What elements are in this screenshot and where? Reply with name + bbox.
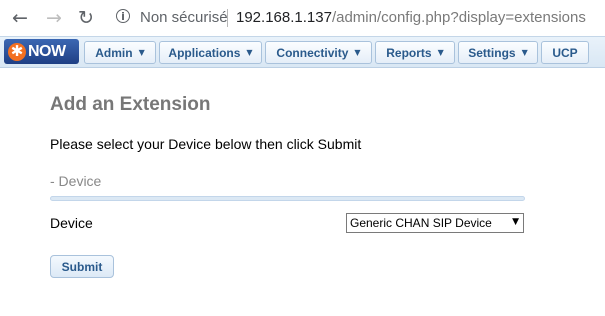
menu-label: Admin <box>95 45 133 60</box>
device-label: Device <box>50 215 93 231</box>
section-header-device[interactable]: - Device <box>50 173 101 189</box>
chevron-down-icon: ▼ <box>437 48 444 57</box>
chevron-down-icon: ▼ <box>521 48 528 57</box>
menu-ucp[interactable]: UCP <box>541 41 589 64</box>
url-divider <box>227 9 228 27</box>
logo-text: NOW <box>28 42 66 60</box>
menu-reports[interactable]: Reports ▼ <box>375 41 455 64</box>
reload-icon[interactable]: ↻ <box>74 6 98 30</box>
url-host: 192.168.1.137 <box>236 9 332 26</box>
menu-label: UCP <box>552 45 578 60</box>
chevron-down-icon: ▼ <box>246 48 253 57</box>
menu-connectivity[interactable]: Connectivity ▼ <box>265 41 372 64</box>
submit-button[interactable]: Submit <box>50 255 114 278</box>
info-icon[interactable]: i <box>116 9 130 23</box>
dropdown-arrow-icon: ▼ <box>512 217 519 227</box>
app-menu-bar: ✱ NOW Admin ▼ Applications ▼ Connectivity ▼… <box>0 36 605 68</box>
menu-admin[interactable]: Admin ▼ <box>84 41 156 64</box>
back-arrow-icon[interactable]: ← <box>8 6 32 30</box>
asterisk-logo-icon: ✱ <box>8 42 26 61</box>
freepbx-logo[interactable]: ✱ NOW <box>4 39 79 64</box>
menu-label: Applications <box>168 45 241 60</box>
chevron-down-icon: ▼ <box>138 48 145 57</box>
url-field[interactable]: 192.168.1.137/admin/config.php?display=e… <box>236 9 586 26</box>
section-divider <box>50 196 525 201</box>
menu-label: Connectivity <box>276 45 349 60</box>
page-title: Add an Extension <box>50 94 211 115</box>
device-select-value: Generic CHAN SIP Device <box>350 216 492 230</box>
security-status[interactable]: Non sécurisé <box>140 9 228 26</box>
url-path: /admin/config.php?display=extensions <box>331 9 586 26</box>
chevron-down-icon: ▼ <box>354 48 361 57</box>
device-select[interactable]: Generic CHAN SIP Device ▼ <box>346 213 524 233</box>
instructions-text: Please select your Device below then cli… <box>50 136 362 152</box>
browser-address-bar: ← → ↻ i Non sécurisé 192.168.1.137/admin… <box>0 0 605 36</box>
menu-applications[interactable]: Applications ▼ <box>159 41 262 64</box>
forward-arrow-icon[interactable]: → <box>42 6 66 30</box>
menu-label: Settings <box>468 45 516 60</box>
menu-settings[interactable]: Settings ▼ <box>458 41 538 64</box>
menu-label: Reports <box>386 45 432 60</box>
